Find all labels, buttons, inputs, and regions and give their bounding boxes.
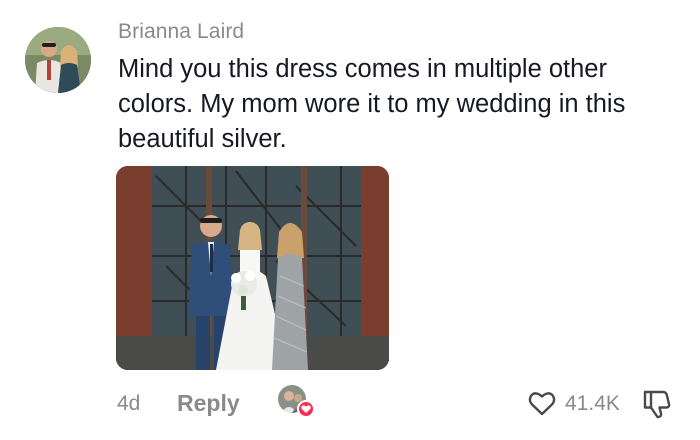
thumbs-down-icon[interactable] [641,388,673,420]
comment-text: Mind you this dress comes in multiple ot… [118,55,626,153]
creator-liked-badge [278,385,316,419]
heart-badge-icon [297,400,315,418]
user-avatar[interactable] [25,27,91,93]
wedding-photo [116,166,389,370]
comment-item: Brianna Laird Mind you this dress comes … [0,0,700,440]
comment-photo[interactable] [116,166,389,370]
reply-button[interactable]: Reply [177,390,240,417]
avatar-photo [25,27,91,93]
heart-outline-icon[interactable] [527,388,557,418]
comment-username[interactable]: Brianna Laird [118,20,244,44]
comment-actions: 4d Reply 41.4K [0,380,700,426]
like-count: 41.4K [565,392,620,415]
comment-timestamp: 4d [117,392,141,415]
